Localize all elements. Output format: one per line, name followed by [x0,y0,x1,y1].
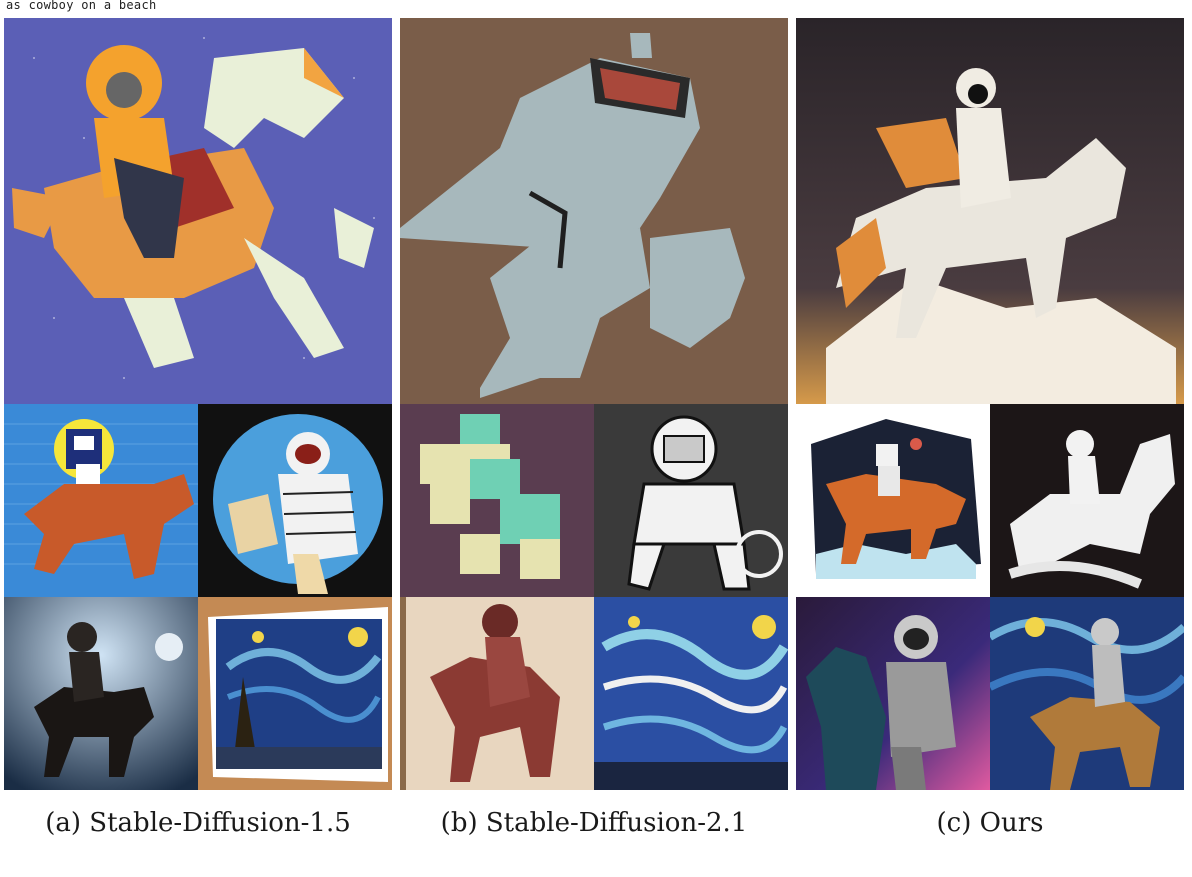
image-origami-astronaut-horse-a [4,18,392,404]
image-neon-astronaut-horse-ours [796,597,990,790]
image-cartoon-astronaut-a [198,404,392,597]
image-pixel-astronaut-horse-a [4,404,198,597]
image-starry-night-b [594,597,788,790]
image-white-horse-astronaut-ours [990,404,1184,597]
column-stable-diffusion-1-5 [4,18,392,790]
image-origami-astronaut-horse-ours [796,18,1184,404]
caption-c: (c) Ours [936,808,1044,838]
image-starry-night-painting-a [198,597,392,790]
image-sketch-astronaut-b [594,404,788,597]
image-silhouette-rider-moon-a [4,597,198,790]
image-starry-night-rider-ours [990,597,1184,790]
image-pixel-character-b [400,404,594,597]
column-stable-diffusion-2-1 [400,18,788,790]
column-ours [796,18,1184,790]
image-origami-robot-b [400,18,788,404]
image-illustrated-rider-b [400,597,594,790]
image-pixel-astronaut-horse-ours [796,404,990,597]
caption-a: (a) Stable-Diffusion-1.5 [45,808,351,838]
caption-b: (b) Stable-Diffusion-2.1 [440,808,748,838]
top-caption: as cowboy on a beach [6,0,157,12]
